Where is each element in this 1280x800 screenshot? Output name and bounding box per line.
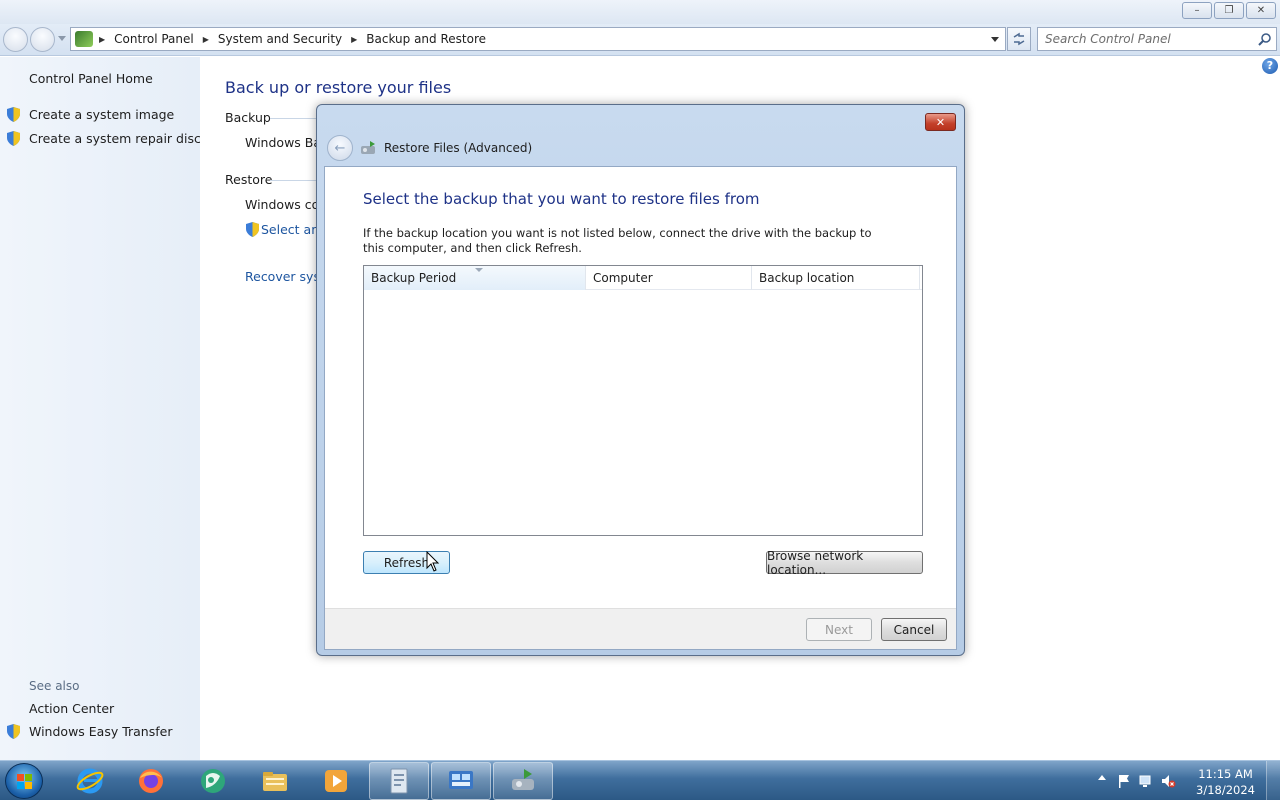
control-panel-icon	[449, 771, 473, 789]
dialog-title: Restore Files (Advanced)	[384, 141, 533, 155]
breadcrumb-chevron-icon[interactable]: ▶	[99, 35, 105, 44]
dialog-instruction: If the backup location you want is not l…	[363, 226, 872, 255]
column-label: Backup Period	[371, 271, 457, 285]
system-clock[interactable]: 11:15 AM 3/18/2024	[1196, 766, 1255, 798]
taskbar-document[interactable]	[369, 762, 429, 800]
restore-files-dialog: ✕ ← Restore Files (Advanced) Select the …	[316, 104, 965, 656]
network-icon[interactable]	[1138, 773, 1154, 789]
dialog-heading: Select the backup that you want to resto…	[363, 190, 760, 208]
shield-icon	[7, 131, 20, 146]
address-dropdown-icon[interactable]	[991, 37, 999, 42]
create-system-repair-disc-link[interactable]: Create a system repair disc	[29, 131, 201, 146]
show-hidden-icons-chevron-icon[interactable]	[1098, 775, 1106, 780]
breadcrumb-control-panel[interactable]: Control Panel	[114, 32, 194, 46]
document-icon	[390, 768, 408, 794]
address-refresh-button[interactable]	[1007, 27, 1031, 51]
clock-date: 3/18/2024	[1196, 783, 1255, 797]
dialog-body: Select the backup that you want to resto…	[324, 166, 957, 650]
show-desktop-button[interactable]	[1266, 761, 1280, 800]
left-task-pane: Control Panel Home Create a system image…	[0, 57, 201, 760]
help-icon[interactable]: ?	[1262, 58, 1278, 74]
refresh-icon	[1013, 32, 1025, 46]
action-center-flag-icon[interactable]	[1116, 773, 1132, 789]
search-box[interactable]	[1037, 27, 1277, 51]
shield-icon	[7, 107, 20, 122]
cancel-button[interactable]: Cancel	[881, 618, 947, 641]
taskbar-internet-explorer[interactable]	[60, 762, 120, 800]
column-header-computer[interactable]: Computer	[586, 266, 752, 290]
next-button[interactable]: Next	[806, 618, 872, 641]
restore-section-heading: Restore	[225, 172, 273, 187]
control-panel-home-link[interactable]: Control Panel Home	[29, 71, 153, 86]
maximize-button[interactable]: ❐	[1214, 2, 1244, 19]
navigation-bar: ▶ Control Panel ▶ System and Security ▶ …	[0, 24, 1280, 56]
volume-muted-icon[interactable]	[1160, 773, 1176, 789]
taskbar-media-center[interactable]	[183, 762, 243, 800]
breadcrumb-chevron-icon[interactable]: ▶	[351, 35, 357, 44]
create-system-image-link[interactable]: Create a system image	[29, 107, 174, 122]
column-header-backup-location[interactable]: Backup location	[752, 266, 920, 290]
dialog-close-button[interactable]: ✕	[925, 113, 956, 131]
taskbar-file-explorer[interactable]	[245, 762, 305, 800]
column-label: Backup location	[759, 271, 855, 285]
backup-list[interactable]: Backup Period Computer Backup location	[363, 265, 923, 536]
control-panel-icon	[75, 31, 93, 47]
shield-icon	[7, 724, 20, 739]
minimize-button[interactable]: –	[1182, 2, 1212, 19]
file-explorer-icon	[263, 772, 287, 791]
system-tray: 11:15 AM 3/18/2024	[1090, 761, 1280, 800]
windows-easy-transfer-link[interactable]: Windows Easy Transfer	[29, 724, 172, 739]
taskbar-backup-restore[interactable]	[493, 762, 553, 800]
browse-network-location-button[interactable]: Browse network location...	[766, 549, 923, 577]
taskbar-media-player[interactable]	[306, 762, 366, 800]
window-title-bar: – ❐ ✕	[0, 0, 1280, 24]
backup-list-header: Backup Period Computer Backup location	[364, 266, 922, 290]
shield-icon	[246, 222, 259, 237]
column-header-backup-period[interactable]: Backup Period	[364, 266, 586, 290]
search-input[interactable]	[1038, 28, 1248, 50]
breadcrumb-backup-and-restore[interactable]: Backup and Restore	[366, 32, 486, 46]
firefox-icon	[139, 769, 163, 793]
mouse-cursor-icon	[426, 551, 440, 572]
start-button[interactable]	[5, 763, 43, 799]
section-divider	[270, 118, 320, 119]
back-button[interactable]	[3, 27, 28, 52]
backup-restore-icon	[361, 141, 375, 154]
internet-explorer-icon	[76, 768, 104, 794]
dialog-footer: Next Cancel	[325, 608, 956, 649]
breadcrumb-chevron-icon[interactable]: ▶	[203, 35, 209, 44]
page-title: Back up or restore your files	[225, 78, 452, 97]
taskbar: 11:15 AM 3/18/2024	[0, 760, 1280, 800]
taskbar-firefox[interactable]	[121, 762, 181, 800]
backup-restore-icon	[512, 769, 534, 790]
sort-arrow-icon	[474, 268, 483, 272]
caption-buttons: – ❐ ✕	[1182, 2, 1276, 19]
forward-button[interactable]	[30, 27, 55, 52]
clock-time: 11:15 AM	[1198, 767, 1253, 781]
media-center-icon	[201, 769, 225, 793]
recent-pages-dropdown[interactable]	[58, 36, 66, 41]
dialog-back-button[interactable]: ←	[327, 135, 353, 161]
section-divider	[270, 180, 320, 181]
windows-logo-icon	[17, 774, 32, 789]
address-bar[interactable]: ▶ Control Panel ▶ System and Security ▶ …	[70, 27, 1006, 51]
see-also-label: See also	[29, 679, 80, 693]
action-center-link[interactable]: Action Center	[29, 701, 114, 716]
column-label: Computer	[593, 271, 653, 285]
close-button[interactable]: ✕	[1246, 2, 1276, 19]
restore-status-text: Windows cou	[245, 197, 328, 212]
taskbar-control-panel[interactable]	[431, 762, 491, 800]
media-player-icon	[325, 770, 347, 792]
breadcrumb-system-and-security[interactable]: System and Security	[218, 32, 342, 46]
search-icon[interactable]	[1258, 32, 1272, 46]
backup-section-heading: Backup	[225, 110, 271, 125]
